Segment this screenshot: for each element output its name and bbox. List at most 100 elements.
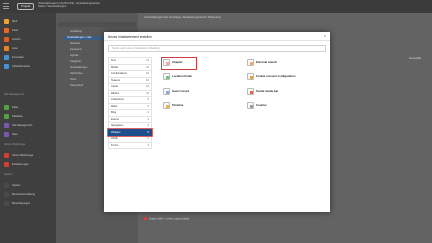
search-input[interactable] <box>108 45 326 52</box>
sidebar-item-label: Berechtigungen <box>12 202 31 205</box>
sidebar-group-label: Admin Werkzeuge <box>4 143 26 146</box>
sidebar-item-label: Erweiterungen <box>12 163 29 166</box>
status-icon <box>144 217 147 220</box>
language-label: Europ(DE) <box>409 57 422 60</box>
tree-item[interactable]: Agenda <box>70 54 78 58</box>
sidebar-item-label: Site Management <box>12 124 33 127</box>
new-content-element-modal: Neues Inhaltselement erstellen × Text13 … <box>104 32 330 212</box>
sidebar-item-web[interactable]: Web <box>4 19 52 25</box>
content-element-label: Image width + Lorem Layout (gelb) <box>149 217 190 221</box>
sidebar-item-extensions[interactable]: Erweiterungen <box>4 162 52 168</box>
sidebar-group-label: Site Management <box>4 93 25 96</box>
tree-item[interactable]: Verwaltung <box>70 30 82 34</box>
close-icon[interactable]: × <box>324 34 326 38</box>
category-label: Media <box>111 65 119 69</box>
sidebar-item-label: Sites <box>12 133 18 136</box>
element-external-search[interactable]: External search <box>247 59 322 68</box>
category-label: HTML <box>111 137 119 140</box>
tree-item[interactable]: Home <box>70 78 76 82</box>
chapter-icon <box>163 59 170 66</box>
filelist-icon <box>4 114 9 119</box>
sidebar-item-forms[interactable]: Formulare <box>4 55 52 61</box>
sidebar-item-file[interactable]: Datei <box>4 105 52 111</box>
sidebar-item-users[interactable]: Benutzerverwaltung <box>4 192 52 198</box>
location-finder-icon <box>163 73 170 80</box>
sidebar-item-label: Liste <box>12 47 18 50</box>
workspaces-icon <box>4 64 9 69</box>
element-chapter[interactable]: Chapter <box>161 57 197 70</box>
modal-header: Neues Inhaltselement erstellen × <box>104 32 330 41</box>
site-management-icon <box>4 123 9 128</box>
category-label: Collections <box>111 98 124 101</box>
sidebar-group-label: System <box>4 173 13 176</box>
modal-title: Neues Inhaltselement erstellen <box>108 35 152 39</box>
category-label: Ribbon <box>111 91 120 95</box>
tree-item[interactable]: Kategorien <box>70 60 82 64</box>
tree-item[interactable]: Impressum <box>70 48 82 52</box>
element-label: Counter <box>256 103 267 107</box>
file-icon <box>4 105 9 110</box>
sidebar-item-system[interactable]: System <box>4 183 52 189</box>
element-location-finder[interactable]: Location finder <box>163 73 223 82</box>
category-label: Navigation <box>111 124 124 127</box>
insert-record-icon <box>163 88 170 95</box>
view-icon <box>4 37 9 42</box>
sidebar-item-label: Datei <box>12 106 19 109</box>
page-icon <box>4 28 9 33</box>
sidebar-item-label: Arbeitsbereiche <box>12 65 31 68</box>
breadcrumb: Veranstaltungen Neu hinzufügen, Bearbeit… <box>144 16 221 19</box>
module-sidebar: Web Seite Ansicht Liste Formulare Arbeit… <box>0 13 56 243</box>
tree-item[interactable]: Startseite <box>70 42 80 46</box>
users-icon <box>4 192 9 197</box>
sites-icon <box>4 132 9 137</box>
site-button[interactable]: Projekt <box>17 3 35 10</box>
external-search-icon <box>247 59 254 66</box>
sidebar-item-page[interactable]: Seite <box>4 28 52 34</box>
sidebar-item-label: Seite <box>12 29 18 32</box>
category-count: 8 <box>147 130 149 134</box>
sidebar-item-label: Dateiliste <box>12 115 23 118</box>
category-label: Maps <box>111 104 118 108</box>
element-social-media-bar[interactable]: Social media bar <box>247 88 322 97</box>
element-label: External search <box>256 60 277 64</box>
social-media-icon <box>247 88 254 95</box>
sidebar-item-workspaces[interactable]: Arbeitsbereiche <box>4 64 52 70</box>
menu-icon[interactable] <box>3 3 9 9</box>
tab-forms[interactable]: Forms 4 <box>108 141 152 149</box>
category-label: Text <box>111 59 116 62</box>
tab-widgets[interactable]: Widgets 8 <box>108 128 152 136</box>
tree-item[interactable]: Veranstaltungen <box>70 66 87 70</box>
sidebar-item-permissions[interactable]: Berechtigungen <box>4 201 52 207</box>
sidebar-item-filelist[interactable]: Dateiliste <box>4 114 52 120</box>
sidebar-item-label: Ansicht <box>12 38 21 41</box>
extensions-icon <box>4 162 9 167</box>
category-label: Cards <box>111 85 118 88</box>
category-label: Forms <box>111 143 119 147</box>
sidebar-item-sites[interactable]: Sites <box>4 132 52 138</box>
list-icon <box>4 46 9 51</box>
content-element-row[interactable]: Image width + Lorem Layout (gelb) <box>144 217 189 221</box>
sidebar-item-view[interactable]: Ansicht <box>4 37 52 43</box>
tree-toolbar[interactable] <box>58 22 136 27</box>
top-bar: Projekt Veranstaltungen [1.5] (IP.1.IP.2… <box>0 0 432 13</box>
element-label: Location finder <box>172 74 193 78</box>
tree-item[interactable]: Nachrichten <box>70 72 83 76</box>
sidebar-item-label: Benutzerverwaltung <box>12 193 35 196</box>
cookie-consent-icon <box>247 73 254 80</box>
tree-item[interactable]: Datenschutz <box>70 84 83 88</box>
permissions-icon <box>4 201 9 206</box>
element-counter[interactable]: Counter <box>247 102 322 111</box>
element-cookie-consent[interactable]: Cookie consent configuration <box>247 73 322 82</box>
counter-icon <box>247 102 254 109</box>
sidebar-item-admin-tools[interactable]: Admin Werkzeuge <box>4 153 52 159</box>
sidebar-item-label: Web <box>12 20 18 23</box>
category-label: Widgets <box>111 130 121 134</box>
element-label: Insert record <box>172 89 190 93</box>
timeline-icon <box>163 102 170 109</box>
sidebar-item-site-management[interactable]: Site Management <box>4 123 52 129</box>
element-timeline[interactable]: Timeline <box>163 102 223 111</box>
sidebar-item-label: Admin Werkzeuge <box>12 154 34 157</box>
element-insert-record[interactable]: Insert record <box>163 88 223 97</box>
category-label: Teasers <box>111 78 121 82</box>
sidebar-item-list[interactable]: Liste <box>4 46 52 52</box>
